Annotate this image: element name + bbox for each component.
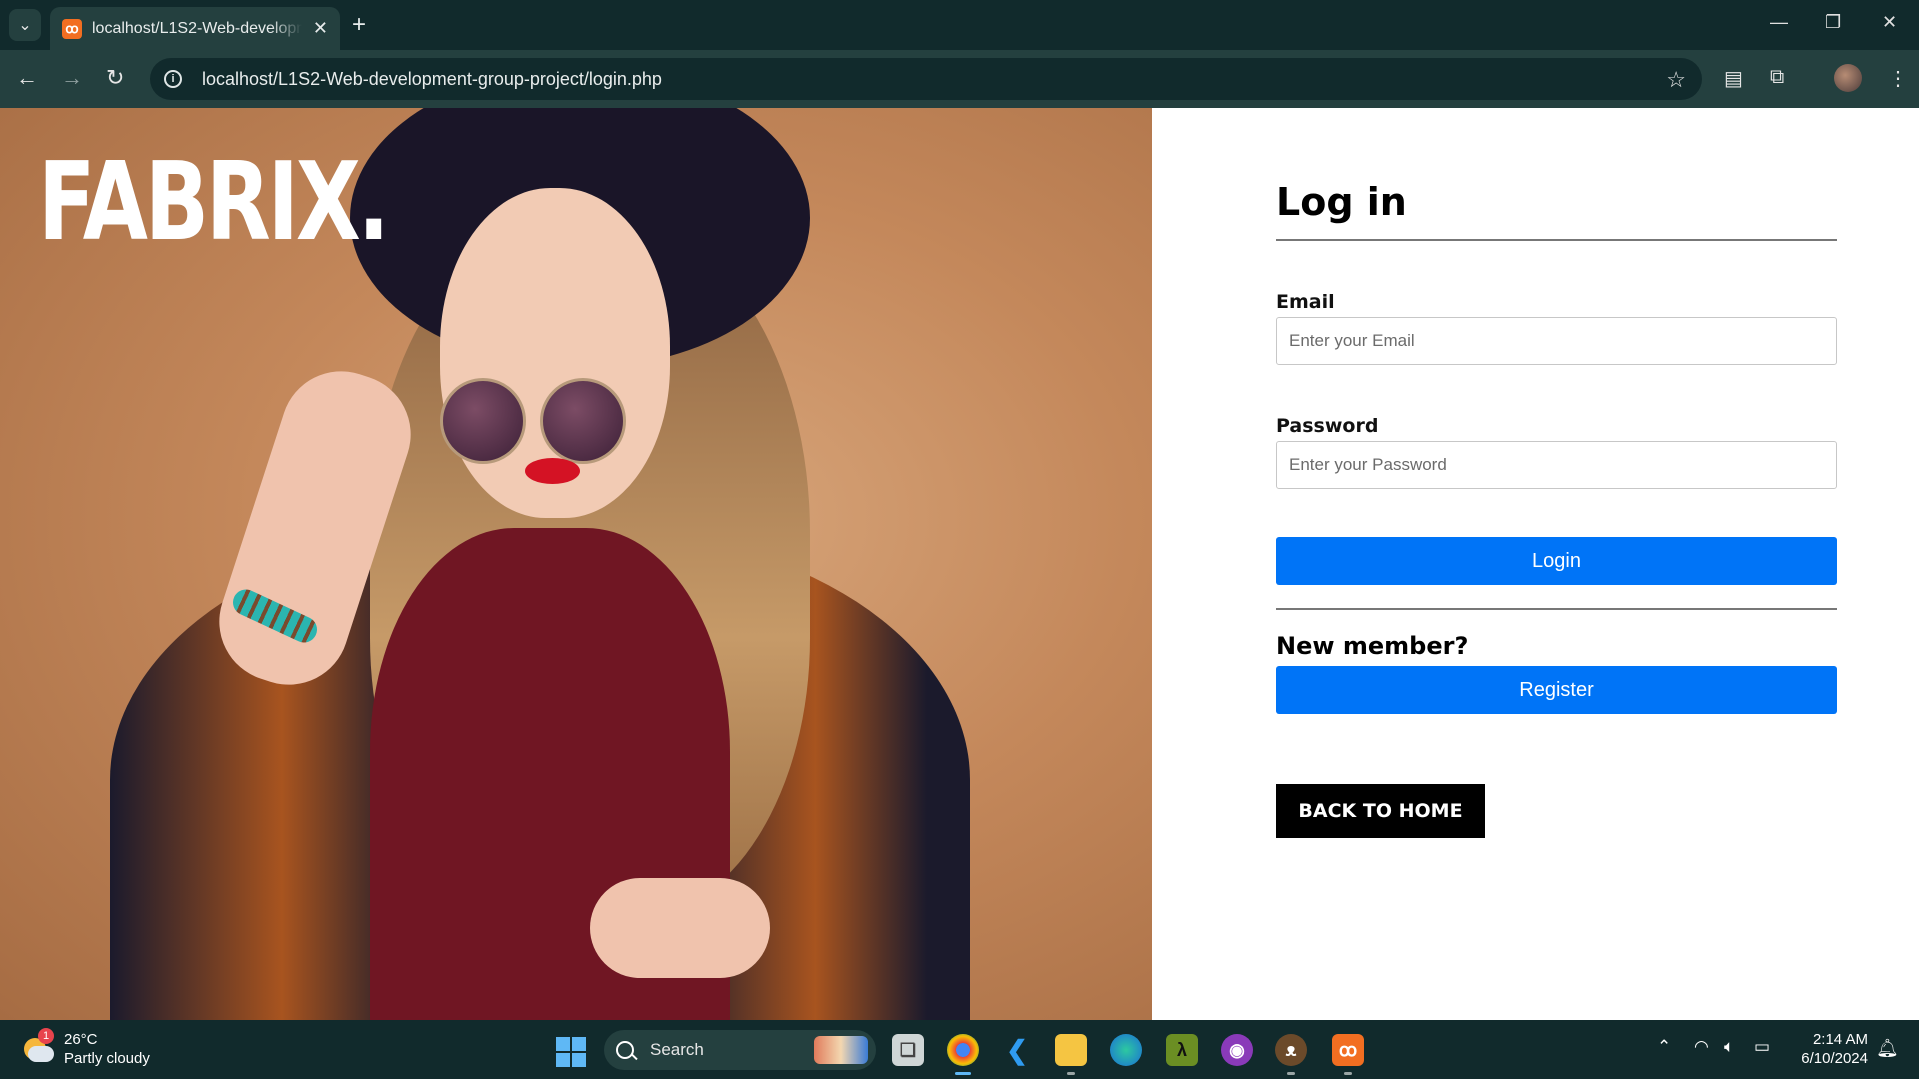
profile-avatar[interactable] — [1834, 64, 1862, 92]
back-arrow-icon[interactable]: ← — [16, 65, 38, 91]
password-field[interactable] — [1276, 441, 1837, 489]
windows-taskbar: 1 26°C Partly cloudy Search ❏ ❮ λ ◉ ᴥ ꝏ … — [0, 1020, 1919, 1079]
close-icon[interactable]: ✕ — [1882, 12, 1897, 33]
bear-app-icon[interactable]: ᴥ — [1275, 1034, 1307, 1075]
xampp-icon[interactable]: ꝏ — [1332, 1034, 1364, 1075]
file-explorer-icon[interactable] — [1055, 1034, 1087, 1075]
partly-cloudy-icon: 1 — [20, 1028, 54, 1064]
model-lips — [525, 458, 580, 484]
lambda-app-icon[interactable]: λ — [1166, 1034, 1198, 1066]
restore-icon[interactable]: ❐ — [1825, 12, 1841, 33]
xampp-icon: ꝏ — [62, 18, 82, 39]
wifi-icon[interactable]: ◠ — [1694, 1037, 1709, 1057]
tab-title: localhost/L1S2-Web-development-group-pro… — [92, 19, 302, 37]
new-member-heading: New member? — [1276, 632, 1469, 660]
edge-icon[interactable] — [1110, 1034, 1142, 1066]
login-panel: Log in Email Password Login New member? … — [1152, 108, 1919, 1020]
tab-close-icon[interactable]: ✕ — [313, 18, 328, 39]
github-icon[interactable]: ◉ — [1221, 1034, 1253, 1066]
hero-image: FABRIX. — [0, 108, 1152, 1020]
address-bar[interactable]: i localhost/L1S2-Web-development-group-p… — [150, 58, 1702, 100]
battery-icon[interactable]: ▭ — [1754, 1037, 1770, 1057]
browser-toolbar: ← → ↻ i localhost/L1S2-Web-development-g… — [0, 50, 1919, 108]
model-hand — [590, 878, 770, 978]
volume-icon[interactable]: 🔈︎ — [1724, 1037, 1734, 1057]
url-text[interactable]: localhost/L1S2-Web-development-group-pro… — [202, 69, 662, 90]
title-divider — [1276, 239, 1837, 241]
system-clock[interactable]: 2:14 AM 6/10/2024 — [1796, 1030, 1868, 1068]
tray-chevron-icon[interactable]: ⌃ — [1657, 1037, 1671, 1057]
windows-start-icon[interactable] — [556, 1037, 586, 1067]
sunglasses-lens-left — [440, 378, 526, 464]
email-label: Email — [1276, 291, 1335, 313]
login-form: Log in Email Password Login New member? … — [1276, 180, 1837, 838]
weather-widget[interactable]: 1 26°C Partly cloudy — [20, 1028, 150, 1068]
forward-arrow-icon[interactable]: → — [61, 65, 83, 91]
clock-date: 6/10/2024 — [1801, 1050, 1868, 1067]
register-button[interactable]: Register — [1276, 666, 1837, 714]
reading-list-icon[interactable]: ▤ — [1724, 66, 1743, 91]
chrome-icon[interactable] — [947, 1034, 979, 1075]
notification-badge: 1 — [38, 1028, 54, 1044]
new-tab-icon[interactable]: + — [352, 12, 366, 38]
search-highlight-image — [814, 1036, 868, 1064]
extensions-icon[interactable]: ⧉ — [1770, 66, 1784, 89]
page-title: Log in — [1276, 180, 1407, 224]
vscode-icon[interactable]: ❮ — [1001, 1034, 1033, 1066]
password-label: Password — [1276, 415, 1379, 437]
weather-temp: 26°C — [64, 1031, 98, 1048]
sunglasses-lens-right — [540, 378, 626, 464]
menu-kebab-icon[interactable]: ⋮ — [1888, 66, 1908, 91]
back-to-home-button[interactable]: BACK TO HOME — [1276, 784, 1485, 838]
site-info-icon[interactable]: i — [164, 70, 182, 88]
clock-time: 2:14 AM — [1812, 1031, 1868, 1048]
email-field[interactable] — [1276, 317, 1837, 365]
section-divider — [1276, 608, 1837, 610]
reload-icon[interactable]: ↻ — [106, 65, 124, 91]
weather-condition: Partly cloudy — [64, 1050, 150, 1067]
minimize-icon[interactable]: — — [1770, 12, 1788, 33]
task-view-icon[interactable]: ❏ — [892, 1034, 924, 1066]
taskbar-search[interactable]: Search — [604, 1030, 876, 1070]
notification-bell-icon[interactable]: 🔔︎ — [1876, 1038, 1899, 1059]
bookmark-star-icon[interactable]: ☆ — [1666, 67, 1686, 93]
brand-logo: FABRIX. — [38, 140, 390, 265]
search-icon — [616, 1041, 634, 1059]
tab-search-icon[interactable]: ⌄ — [9, 9, 41, 41]
browser-tab-bar: ⌄ ꝏ localhost/L1S2-Web-development-group… — [0, 0, 1919, 50]
search-label: Search — [650, 1040, 704, 1059]
login-button[interactable]: Login — [1276, 537, 1837, 585]
browser-tab-active[interactable]: ꝏ localhost/L1S2-Web-development-group-p… — [50, 7, 340, 50]
